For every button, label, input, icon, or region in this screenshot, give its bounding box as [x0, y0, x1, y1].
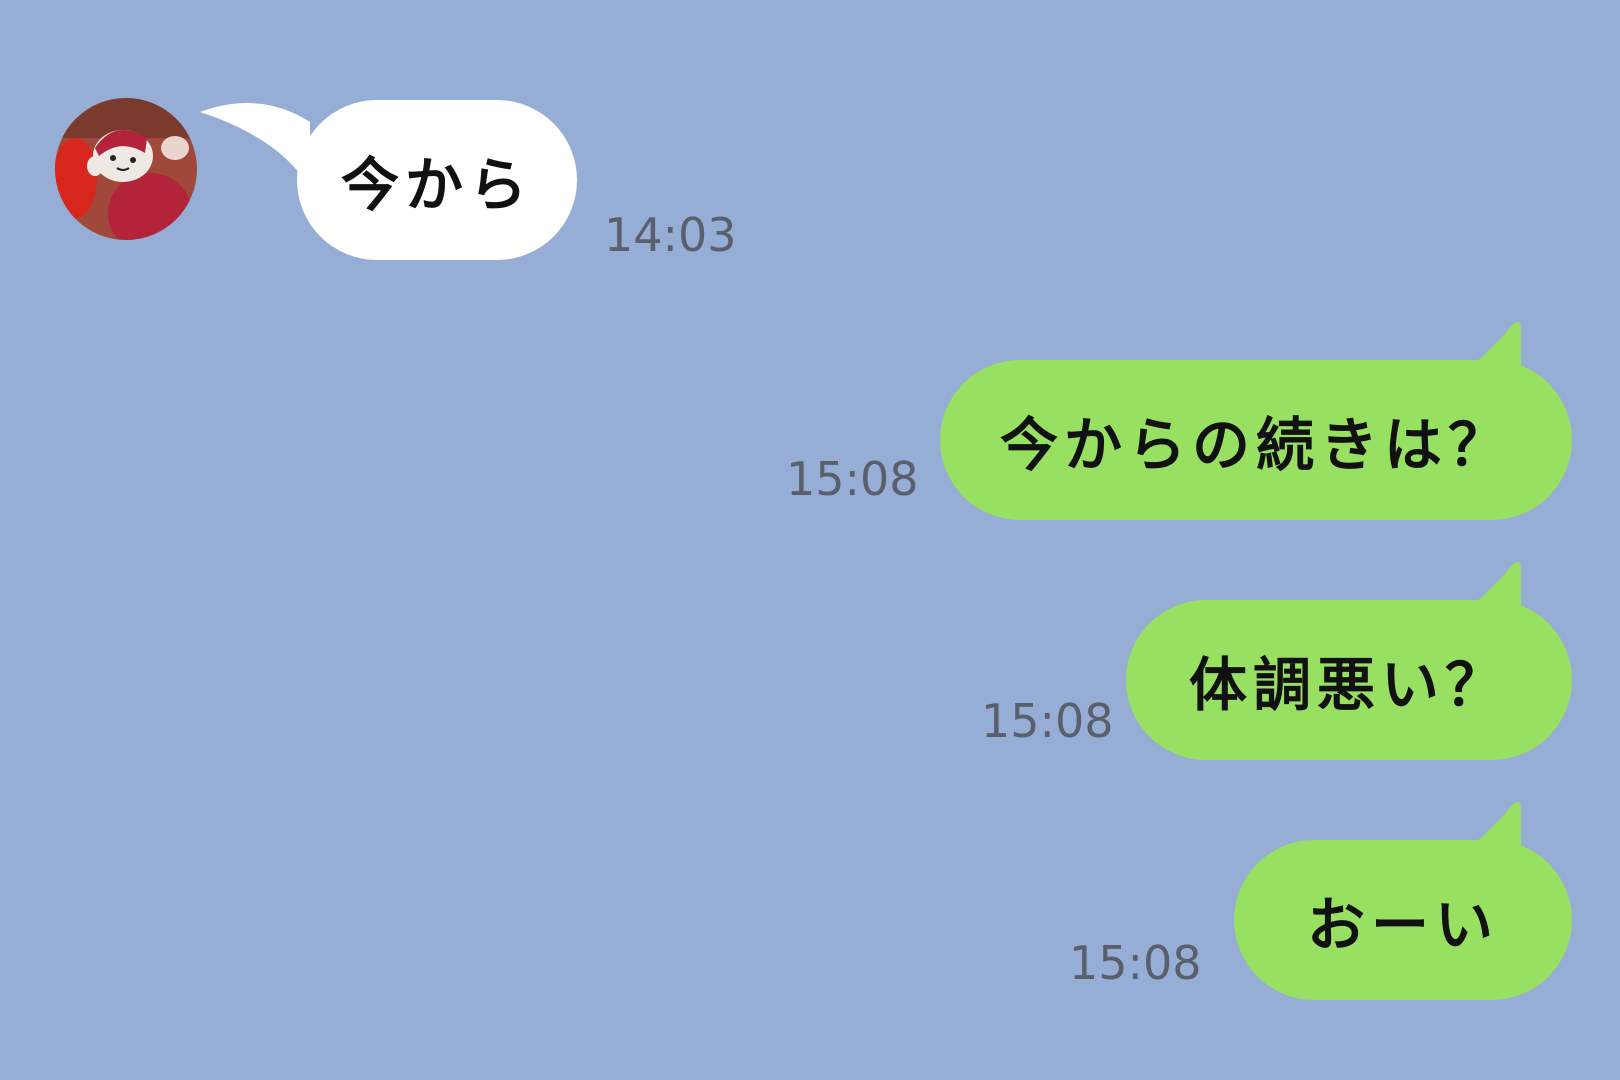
message-timestamp: 14:03	[604, 208, 737, 262]
chat-area: 今から 14:03 今からの続きは？ 15:08 体調悪い？ 15:08 おーい…	[0, 0, 1620, 1080]
outgoing-message-bubble[interactable]: おーい	[1234, 840, 1572, 1000]
crochet-doll-avatar-icon	[55, 98, 197, 240]
message-timestamp: 15:08	[1069, 936, 1202, 990]
outgoing-message-bubble[interactable]: 体調悪い？	[1126, 600, 1572, 760]
outgoing-message-bubble[interactable]: 今からの続きは？	[940, 360, 1572, 520]
message-text: おーい	[1306, 891, 1499, 959]
contact-avatar[interactable]	[55, 98, 197, 240]
message-text: 今からの続きは？	[999, 411, 1512, 479]
message-text: 今から	[340, 151, 533, 219]
incoming-message-bubble[interactable]: 今から	[297, 100, 577, 260]
message-timestamp: 15:08	[981, 694, 1114, 748]
message-text: 体調悪い？	[1188, 651, 1509, 719]
message-timestamp: 15:08	[786, 452, 919, 506]
